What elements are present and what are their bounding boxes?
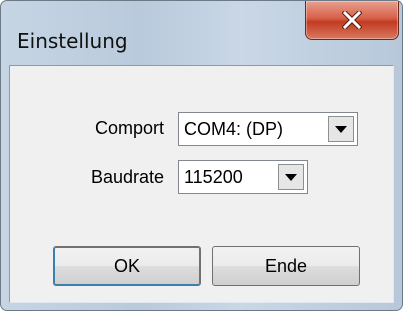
end-button[interactable]: Ende <box>212 246 360 286</box>
baudrate-dropdown-button[interactable] <box>278 164 304 190</box>
dialog-client-area: Comport COM4: (DP) Baudrate 115200 OK En… <box>9 65 394 303</box>
close-icon <box>342 11 362 29</box>
comport-dropdown-button[interactable] <box>328 116 354 142</box>
chevron-down-icon <box>335 125 347 133</box>
baudrate-label: Baudrate <box>90 167 164 187</box>
dialog-window: Einstellung Comport COM4: (DP) Baudrate … <box>0 0 403 311</box>
title-bar[interactable]: Einstellung <box>1 1 402 65</box>
ok-button[interactable]: OK <box>53 246 201 286</box>
comport-label: Comport <box>94 118 164 138</box>
baudrate-value: 115200 <box>184 167 243 187</box>
chevron-down-icon <box>285 173 297 181</box>
baudrate-select[interactable]: 115200 <box>178 160 308 194</box>
comport-value: COM4: (DP) <box>184 119 283 139</box>
window-title: Einstellung <box>17 29 128 53</box>
close-button[interactable] <box>305 1 399 40</box>
comport-select[interactable]: COM4: (DP) <box>178 112 358 146</box>
